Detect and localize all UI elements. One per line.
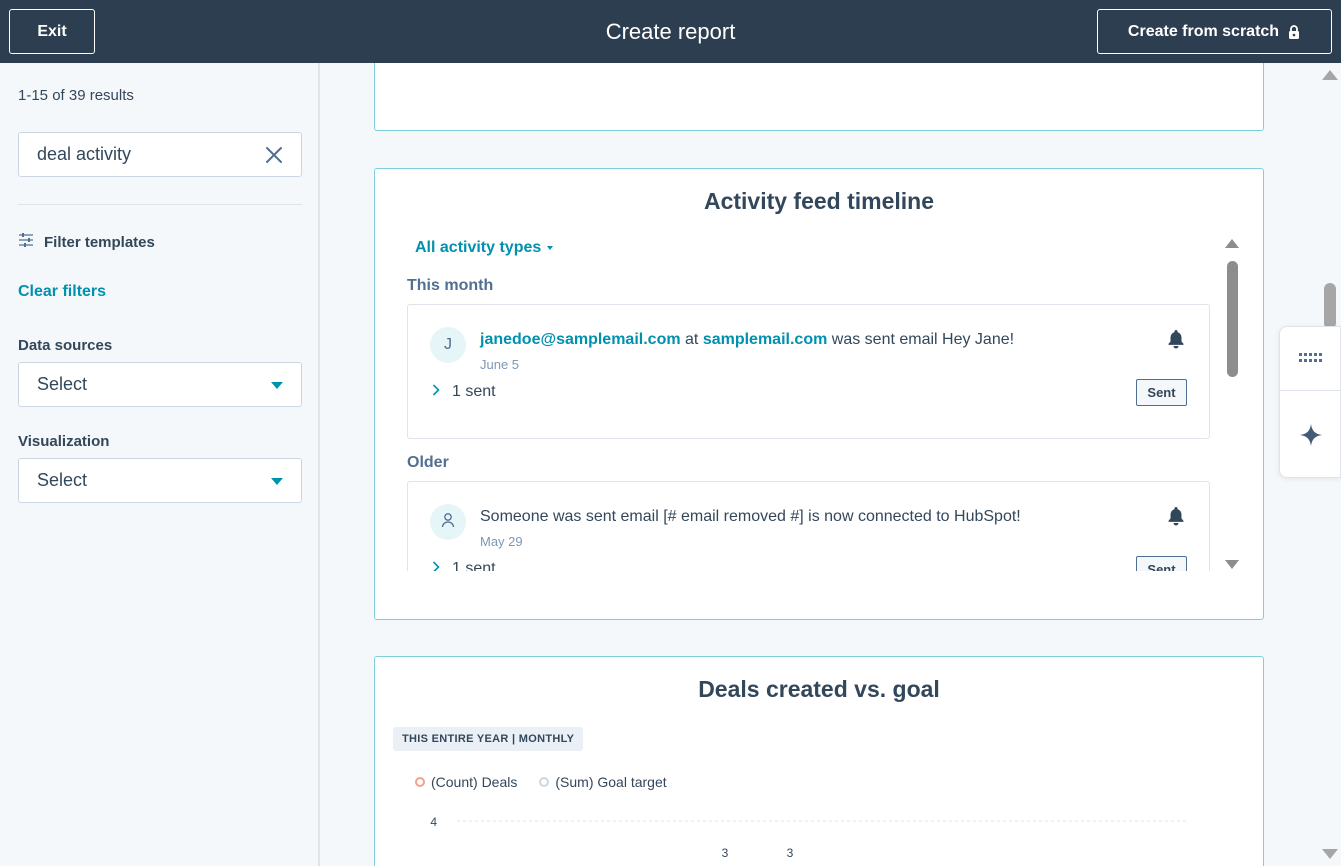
scroll-down-arrow-icon[interactable] <box>1322 849 1338 859</box>
visualization-label: Visualization <box>18 433 110 450</box>
activity-feed-card[interactable]: Activity feed timeline All activity type… <box>374 168 1264 620</box>
feed-scrollbar[interactable] <box>1225 239 1239 569</box>
feed-item[interactable]: J janedoe@samplemail.com at samplemail.c… <box>407 304 1210 439</box>
avatar: J <box>430 327 466 363</box>
section-label: This month <box>407 277 494 294</box>
scroll-down-arrow-icon[interactable] <box>1225 560 1239 569</box>
visualization-value: Select <box>37 470 88 490</box>
scrollbar-thumb[interactable] <box>1227 261 1238 377</box>
contact-link[interactable]: janedoe@samplemail.com <box>480 331 681 348</box>
sparkle-icon[interactable] <box>1299 423 1323 447</box>
legend-label: (Sum) Goal target <box>555 774 667 790</box>
expand-label: 1 sent <box>452 560 496 571</box>
data-sources-label: Data sources <box>18 337 113 354</box>
data-sources-select[interactable]: Select <box>18 362 302 407</box>
deals-chart: 4 3 3 <box>430 815 1189 860</box>
y-tick-label: 4 <box>430 815 437 829</box>
bell-icon <box>1167 329 1185 349</box>
status-badge: Sent <box>1136 556 1187 571</box>
feed-item-text: janedoe@samplemail.com at samplemail.com… <box>480 331 1014 349</box>
filter-templates-label: Filter templates <box>44 233 155 251</box>
status-badge: Sent <box>1136 379 1187 406</box>
date-range-chip: THIS ENTIRE YEAR | MONTHLY <box>393 727 584 751</box>
section-label: Older <box>407 454 449 471</box>
divider <box>1280 390 1341 391</box>
data-sources-value: Select <box>37 374 88 394</box>
feed-scroll-area[interactable]: This month J janedoe@samplemail.com at s… <box>375 169 1265 571</box>
deals-vs-goal-card[interactable]: Deals created vs. goal THIS ENTIRE YEAR … <box>374 656 1264 866</box>
filter-sidebar: 1-15 of 39 results Filter templates Clea… <box>0 63 320 866</box>
divider <box>18 204 302 205</box>
template-list: Activity feed timeline All activity type… <box>322 63 1319 866</box>
bell-icon <box>1167 506 1185 526</box>
action-text: was sent email Hey Jane! <box>831 331 1015 348</box>
chevron-down-icon <box>271 478 283 485</box>
create-from-scratch-button[interactable]: Create from scratch <box>1097 9 1332 54</box>
scroll-up-arrow-icon[interactable] <box>1322 70 1338 80</box>
feed-item-date: May 29 <box>480 534 523 549</box>
legend-item-deals[interactable]: (Count) Deals <box>415 774 517 790</box>
data-label: 3 <box>722 846 729 860</box>
feed-item[interactable]: Someone was sent email [# email removed … <box>407 481 1210 571</box>
expand-toggle[interactable]: 1 sent <box>432 383 496 401</box>
feed-item-date: June 5 <box>480 357 520 372</box>
keyboard-grid-icon[interactable] <box>1298 351 1324 365</box>
results-count: 1-15 of 39 results <box>18 87 134 104</box>
search-input[interactable] <box>19 133 259 176</box>
legend-marker <box>539 777 550 787</box>
chevron-right-icon <box>432 383 440 401</box>
create-from-scratch-label: Create from scratch <box>1127 22 1280 40</box>
clear-filters-link[interactable]: Clear filters <box>18 283 106 301</box>
scroll-up-arrow-icon[interactable] <box>1225 239 1239 248</box>
filter-templates[interactable]: Filter templates <box>18 233 155 251</box>
legend-item-goal[interactable]: (Sum) Goal target <box>539 774 667 790</box>
chevron-down-icon <box>271 382 283 389</box>
search-field[interactable] <box>18 132 302 177</box>
card-title: Deals created vs. goal <box>698 676 940 702</box>
floating-side-panel <box>1279 326 1341 478</box>
legend-label: (Count) Deals <box>431 774 518 790</box>
chevron-right-icon <box>432 560 440 571</box>
at-text: at <box>685 331 699 348</box>
expand-label: 1 sent <box>452 383 496 400</box>
expand-toggle[interactable]: 1 sent <box>432 560 496 571</box>
company-link[interactable]: samplemail.com <box>703 331 828 348</box>
close-icon[interactable] <box>265 146 283 164</box>
data-label: 3 <box>787 846 794 860</box>
template-card[interactable] <box>374 63 1264 131</box>
chart-legend: (Count) Deals (Sum) Goal target <box>415 774 667 790</box>
person-icon <box>441 512 455 533</box>
sliders-icon <box>18 233 34 251</box>
avatar <box>430 504 466 540</box>
legend-marker <box>415 777 425 787</box>
scrollbar-thumb[interactable] <box>1324 283 1336 329</box>
lock-icon <box>1287 24 1301 39</box>
top-bar: Exit Create report Create from scratch <box>0 0 1341 63</box>
feed-item-text: Someone was sent email [# email removed … <box>480 508 1021 525</box>
visualization-select[interactable]: Select <box>18 458 302 503</box>
